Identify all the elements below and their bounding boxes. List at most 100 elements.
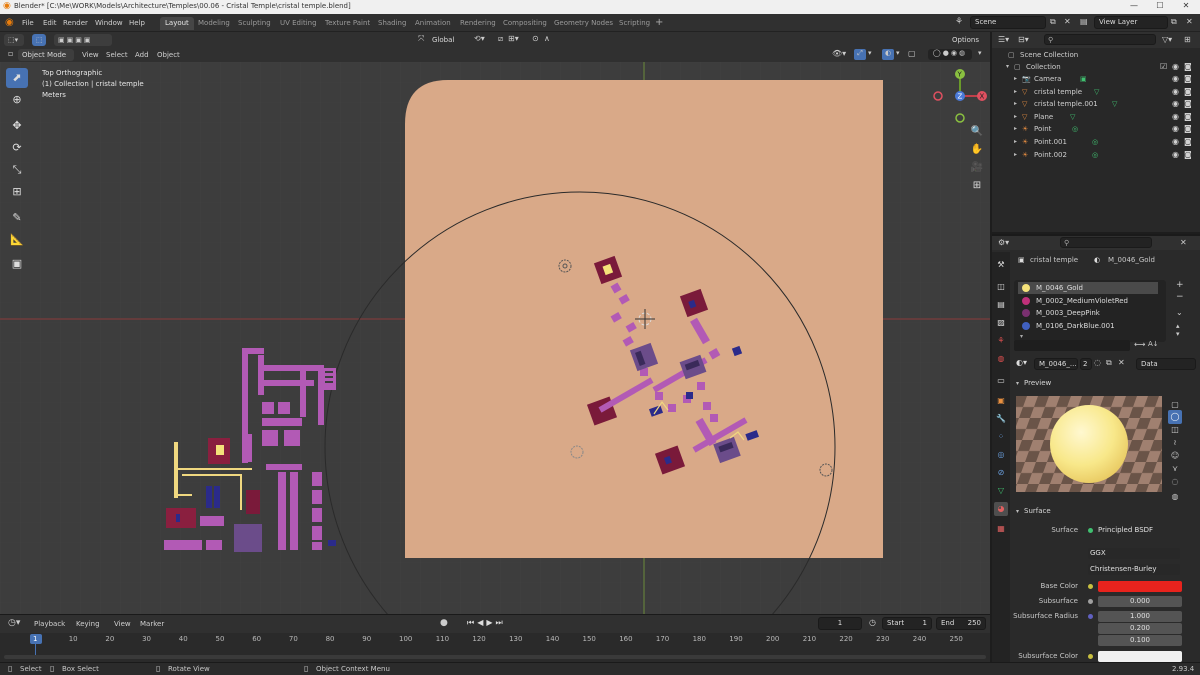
overlay-dropdown-icon[interactable]: ▾ [896, 49, 900, 57]
link-icon[interactable]: ⟷ [1134, 340, 1145, 349]
tab-scripting[interactable]: Scripting [614, 17, 655, 30]
display-mode-icon[interactable]: ⊟▾ [1018, 35, 1029, 44]
eye-icon[interactable]: ◉ [1172, 111, 1179, 123]
base-color-swatch[interactable] [1098, 581, 1182, 592]
tab-shading[interactable]: Shading [373, 17, 411, 30]
preview-monkey-icon[interactable]: ☺ [1168, 449, 1182, 463]
eye-icon[interactable]: ◉ [1172, 149, 1179, 161]
object-data-icon[interactable]: ◎ [1092, 149, 1098, 161]
camera-render-icon[interactable]: ◙ [1184, 111, 1192, 123]
outliner-scene-collection[interactable]: ▢ Scene Collection [992, 49, 1200, 61]
ortho-grid-icon[interactable]: ⊞ [967, 176, 987, 196]
camera-view-icon[interactable]: 🎥 [967, 158, 987, 178]
tab-layout[interactable]: Layout [160, 17, 194, 30]
maximize-button[interactable]: ☐ [1150, 1, 1170, 13]
transform-tool-icon[interactable]: ⊞ [6, 182, 28, 202]
overlay-toggle-icon[interactable]: ◐ [882, 49, 894, 60]
expand-chevron-icon[interactable]: ▾ [1006, 61, 1009, 73]
material-slot[interactable]: M_0003_DeepPink [1018, 307, 1158, 319]
preview-hair-icon[interactable]: ≀ [1168, 436, 1182, 450]
particles-tab-icon[interactable]: ⁘ [994, 430, 1008, 444]
expand-chevron-icon[interactable]: ▸ [1014, 149, 1017, 161]
properties-editor-icon[interactable]: ⚙▾ [998, 238, 1009, 247]
menu-render[interactable]: Render [59, 17, 92, 29]
timeline-menu-view[interactable]: View [114, 618, 131, 630]
view-layer-icon[interactable]: ▤ [1080, 17, 1088, 26]
modifier-tab-icon[interactable]: 🔧 [994, 412, 1008, 426]
move-up-icon[interactable]: ▴ [1176, 322, 1180, 330]
exclude-checkbox-icon[interactable]: ☑ [1160, 61, 1167, 73]
tab-geometry-nodes[interactable]: Geometry Nodes [549, 17, 618, 30]
timeline-menu-playback[interactable]: Playback [34, 618, 65, 630]
eye-icon[interactable]: ◉ [1172, 86, 1179, 98]
subsurface-color-swatch[interactable] [1098, 651, 1182, 662]
link-dropdown[interactable]: Data [1136, 358, 1196, 370]
preview-world-icon[interactable]: ◍ [1168, 490, 1182, 504]
options-dropdown[interactable]: Options [948, 34, 984, 46]
viewport-menu-object[interactable]: Object [157, 49, 180, 61]
object-data-icon[interactable]: ▣ [1080, 73, 1087, 85]
copy-scene-icon[interactable]: ⧉ [1050, 17, 1056, 27]
render-tab-icon[interactable]: ◫ [994, 280, 1008, 294]
material-slot[interactable]: M_0046_Gold [1018, 282, 1158, 294]
close-button[interactable]: ✕ [1176, 1, 1196, 13]
shading-mode-icon[interactable]: ◯●◉◍ [928, 49, 972, 60]
slot-filter-input[interactable] [1014, 340, 1130, 351]
material-datablock[interactable]: ◐▾ M_0046_... 2 ◌ ⧉ ✕ [1014, 358, 1132, 370]
data-tab-icon[interactable]: ▽ [994, 484, 1008, 498]
viewport-menu-add[interactable]: Add [135, 49, 149, 61]
material-slot[interactable]: M_0106_DarkBlue.001 [1018, 320, 1158, 332]
shading-dropdown-icon[interactable]: ▾ [978, 49, 982, 57]
end-frame-field[interactable]: End 250 [936, 617, 986, 630]
camera-render-icon[interactable]: ◙ [1184, 149, 1192, 161]
distribution-dropdown[interactable]: GGX [1088, 548, 1180, 559]
playback-controls-icon[interactable]: ⏮◀▶⏭ [467, 618, 506, 628]
expand-chevron-icon[interactable]: ▸ [1014, 123, 1017, 135]
tab-modeling[interactable]: Modeling [193, 17, 235, 30]
copy-material-icon[interactable]: ⧉ [1106, 358, 1112, 368]
subsurface-radius-x[interactable]: 1.000 [1098, 611, 1182, 622]
preview-sphere-icon[interactable]: ◯ [1168, 410, 1182, 424]
outliner-collection[interactable]: ▾ ▢ Collection ☑ ◉ ◙ [992, 61, 1200, 73]
timeline-editor-icon[interactable]: ◷▾ [8, 618, 20, 628]
menu-edit[interactable]: Edit [39, 17, 61, 29]
object-data-icon[interactable]: ▽ [1070, 111, 1075, 123]
outliner-editor-icon[interactable]: ☰▾ [998, 35, 1009, 44]
pivot-icon[interactable]: ⟲▾ [474, 34, 485, 43]
eye-icon[interactable]: ◉ [1172, 98, 1179, 110]
snap-settings-icon[interactable]: ⊞▾ [508, 34, 519, 43]
editor-type-button[interactable]: ⬚▾ [4, 34, 24, 46]
rotate-tool-icon[interactable]: ⟳ [6, 138, 28, 158]
snap-icon[interactable]: ⧄ [498, 34, 503, 44]
delete-view-layer-icon[interactable]: ✕ [1186, 17, 1193, 26]
object-data-icon[interactable]: ▽ [1094, 86, 1099, 98]
slot-menu-icon[interactable]: ⌄ [1176, 308, 1183, 317]
material-tab-icon[interactable]: ◕ [994, 502, 1008, 516]
scene-icon[interactable]: ⚘ [955, 17, 963, 27]
proportional-edit-icon[interactable]: ⊙ [532, 34, 539, 43]
properties-search-input[interactable]: ⚲ [1060, 237, 1152, 248]
user-count[interactable]: 2 [1080, 358, 1092, 370]
eye-icon[interactable]: ◉ [1172, 123, 1179, 135]
output-tab-icon[interactable]: ▤ [994, 298, 1008, 312]
subsurface-field[interactable]: 0.000 [1098, 596, 1182, 607]
fake-user-icon[interactable]: ◌ [1094, 358, 1101, 367]
collection-tab-icon[interactable]: ▭ [994, 374, 1008, 388]
physics-tab-icon[interactable]: ◎ [994, 448, 1008, 462]
xray-icon[interactable]: ▢ [908, 49, 916, 58]
subsurface-method-dropdown[interactable]: Christensen-Burley [1088, 564, 1180, 575]
unlink-material-icon[interactable]: ✕ [1118, 358, 1125, 367]
surface-chevron-icon[interactable]: ▾ [1016, 508, 1019, 515]
expand-chevron-icon[interactable]: ▸ [1014, 73, 1017, 85]
tab-compositing[interactable]: Compositing [498, 17, 552, 30]
add-slot-icon[interactable]: + [1176, 280, 1184, 290]
preview-cloth-icon[interactable]: ⋎ [1168, 462, 1182, 476]
camera-render-icon[interactable]: ◙ [1184, 98, 1192, 110]
object-data-icon[interactable]: ◎ [1092, 136, 1098, 148]
eye-icon[interactable]: ◉ [1172, 136, 1179, 148]
menu-help[interactable]: Help [125, 17, 149, 29]
viewport-menu-select[interactable]: Select [106, 49, 128, 61]
object-tab-icon[interactable]: ▣ [994, 394, 1008, 408]
3d-viewport[interactable]: Top Orthographic (1) Collection | crista… [0, 62, 990, 614]
delete-scene-icon[interactable]: ✕ [1064, 17, 1071, 26]
